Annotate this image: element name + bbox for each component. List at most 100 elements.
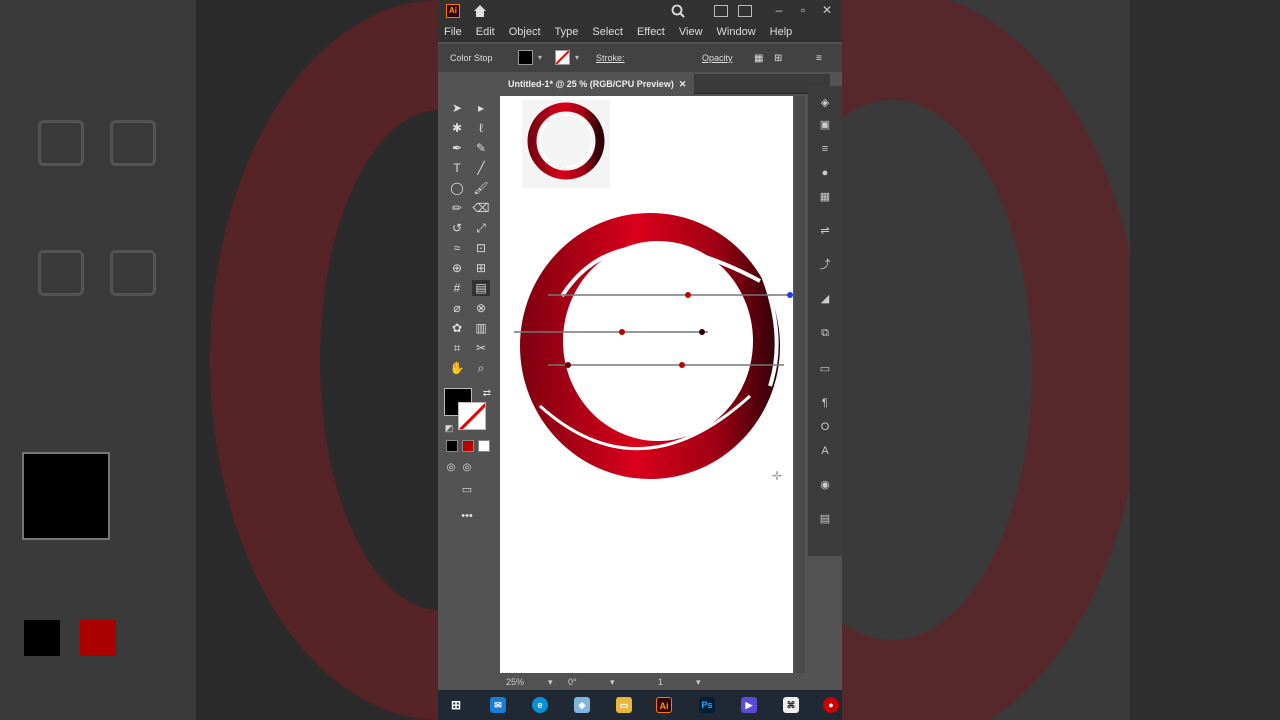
chevron-down-icon[interactable]: ▾ [696,677,701,688]
file-explorer-icon[interactable]: ▭ [616,697,632,713]
paragraph-icon[interactable]: ¶ [818,396,832,410]
chevron-down-icon[interactable]: ▾ [610,677,615,688]
shape-builder-icon[interactable]: ⊕ [448,260,466,276]
libraries-icon[interactable]: ≡ [818,142,832,156]
direct-selection-tool-icon[interactable]: ▸ [472,100,490,116]
swatches-icon[interactable]: ▦ [818,190,832,204]
ellipse-tool-icon[interactable]: ◯ [448,180,466,196]
edge-icon[interactable]: e [532,697,548,713]
appearance-icon[interactable]: ◉ [818,478,832,492]
workspace-switcher-icon[interactable] [738,5,752,17]
maximize-button[interactable]: ▫ [792,0,814,22]
menu-type[interactable]: Type [555,26,579,38]
scale-tool-icon[interactable]: ⤢ [472,220,490,236]
illustrator-taskbar-icon[interactable]: Ai [656,697,672,713]
color-icon[interactable]: ● [818,166,832,180]
properties-icon[interactable]: ▣ [818,118,832,132]
fill-swatch[interactable] [518,50,533,65]
slice-tool-icon[interactable]: ✂ [472,340,490,356]
minimize-button[interactable]: – [768,0,790,22]
windows-start-icon[interactable]: ⊞ [448,697,464,713]
search-icon[interactable] [670,3,686,19]
opacity-label[interactable]: Opacity [702,53,733,63]
type-tool-icon[interactable]: T [448,160,466,176]
zoom-level[interactable]: 25% [506,677,524,687]
logo-thumbnail[interactable] [522,100,610,188]
character-icon[interactable]: A [818,444,832,458]
menu-object[interactable]: Object [509,26,541,38]
gradient-tool-icon[interactable]: ▤ [472,280,490,296]
vertical-scrollbar[interactable] [795,96,805,673]
menu-edit[interactable]: Edit [476,26,495,38]
app-icon[interactable]: ◆ [574,697,590,713]
draw-behind-icon[interactable]: ◎ [458,460,476,476]
hand-tool-icon[interactable]: ✋ [448,360,466,376]
menu-effect[interactable]: Effect [637,26,665,38]
app-icon[interactable]: ⌘ [783,697,799,713]
pencil-tool-icon[interactable]: ✏ [448,200,466,216]
transform-panel-icon[interactable]: ⇌ [818,224,832,238]
gradient-panel-icon[interactable]: ▤ [818,512,832,526]
magic-wand-tool-icon[interactable]: ✱ [448,120,466,136]
close-window-button[interactable]: ✕ [816,0,838,22]
menu-select[interactable]: Select [592,26,623,38]
menu-bar: File Edit Object Type Select Effect View… [438,22,842,42]
eraser-tool-icon[interactable]: ⌫ [472,200,490,216]
warp-tool-icon[interactable]: ≈ [448,240,466,256]
stroke-swatch[interactable] [555,50,570,65]
blend-tool-icon[interactable]: ⊗ [472,300,490,316]
photoshop-taskbar-icon[interactable]: Ps [699,697,715,713]
document-tab[interactable]: Untitled-1* @ 25 % (RGB/CPU Preview) ✕ [500,74,695,94]
menu-view[interactable]: View [679,26,703,38]
stroke-color-box[interactable] [458,402,486,430]
free-transform-tool-icon[interactable]: ⊡ [472,240,490,256]
zoom-tool-icon[interactable]: ⌕ [472,360,490,376]
arrange-documents-icon[interactable] [714,5,728,17]
color-mode-icon[interactable] [446,440,458,452]
swap-colors-icon[interactable]: ⇄ [478,386,496,402]
more-tools-icon[interactable]: ••• [458,508,476,524]
symbol-sprayer-icon[interactable]: ✿ [448,320,466,336]
rotate-tool-icon[interactable]: ↺ [448,220,466,236]
app-icon[interactable]: ▶ [741,697,757,713]
red-ring-logo[interactable] [520,213,780,479]
curvature-tool-icon[interactable]: ✎ [472,140,490,156]
none-mode-icon[interactable] [478,440,490,452]
artboards-icon[interactable]: ▭ [818,362,832,376]
artboard-number[interactable]: 1 [658,677,663,687]
artboard-canvas[interactable]: ✛ [500,96,793,673]
line-tool-icon[interactable]: ╱ [472,160,490,176]
chevron-down-icon[interactable]: ▾ [538,53,542,62]
chevron-down-icon[interactable]: ▾ [548,677,553,688]
close-icon[interactable]: ✕ [679,79,687,89]
lasso-tool-icon[interactable]: ℓ [472,120,490,136]
screen-mode-icon[interactable]: ▭ [458,482,476,498]
opentype-icon[interactable]: O [818,420,832,434]
layers-icon[interactable]: ◈ [818,96,832,110]
export-icon[interactable]: ⤴ [818,258,832,272]
artboard-tool-icon[interactable]: ⌗ [448,340,466,356]
default-colors-icon[interactable]: ◩ [440,420,458,436]
gradient-mode-icon[interactable] [462,440,474,452]
pathfinder-icon[interactable]: ⧉ [818,326,832,340]
brush-tool-icon[interactable]: 🖌 [472,180,490,196]
transform-icon[interactable]: ⊞ [774,53,782,64]
menu-window[interactable]: Window [717,26,756,38]
mesh-tool-icon[interactable]: # [448,280,466,296]
app-icon[interactable]: ● [823,697,839,713]
home-icon[interactable] [472,3,488,19]
eyedropper-tool-icon[interactable]: ⌀ [448,300,466,316]
graph-tool-icon[interactable]: ▥ [472,320,490,336]
align-icon[interactable]: ▦ [754,53,763,64]
stroke-label[interactable]: Stroke: [596,53,625,63]
menu-help[interactable]: Help [770,26,793,38]
mail-icon[interactable]: ✉ [490,697,506,713]
perspective-grid-icon[interactable]: ⊞ [472,260,490,276]
rotation-value[interactable]: 0° [568,677,577,687]
selection-tool-icon[interactable]: ➤ [448,100,466,116]
panel-menu-icon[interactable]: ≡ [816,53,822,64]
pen-tool-icon[interactable]: ✒ [448,140,466,156]
stroke-panel-icon[interactable]: ◢ [818,292,832,306]
menu-file[interactable]: File [444,26,462,38]
chevron-down-icon[interactable]: ▾ [575,53,579,62]
